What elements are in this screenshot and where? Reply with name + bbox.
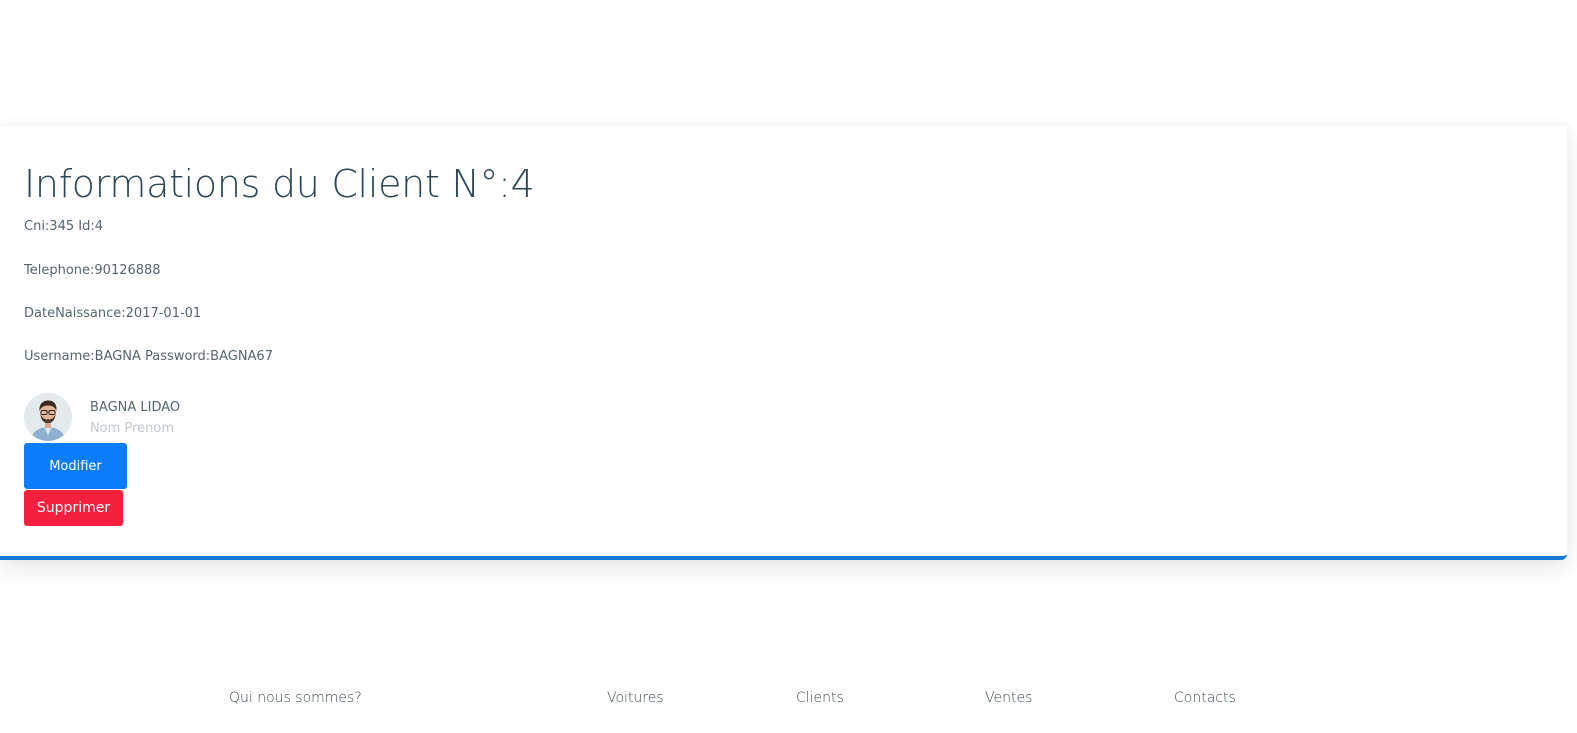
footer-nav: Qui nous sommes? Voitures Clients Ventes… [0,680,1577,720]
birthdate-line: DateNaissance:2017-01-01 [24,306,202,321]
footer-link-about[interactable]: Qui nous sommes? [229,688,362,708]
person-subtitle: Nom Prenom [90,421,174,436]
modify-button[interactable]: Modifier [24,443,127,489]
top-empty-area [0,0,1577,122]
user-photo-icon [24,393,72,441]
person-name: BAGNA LIDAO [90,400,181,415]
page-title: Informations du Client N°:4 [24,162,535,206]
footer-link-sales[interactable]: Ventes [985,688,1032,708]
telephone-line: Telephone:90126888 [24,263,161,278]
footer-link-contacts[interactable]: Contacts [1174,688,1236,708]
cni-id-line: Cni:345 Id:4 [24,219,103,234]
avatar [24,393,72,441]
credentials-line: Username:BAGNA Password:BAGNA67 [24,349,273,364]
client-info-card: Informations du Client N°:4 Cni:345 Id:4… [0,126,1567,560]
footer-link-clients[interactable]: Clients [796,688,844,708]
delete-button[interactable]: Supprimer [24,490,123,526]
footer-link-cars[interactable]: Voitures [607,688,664,708]
